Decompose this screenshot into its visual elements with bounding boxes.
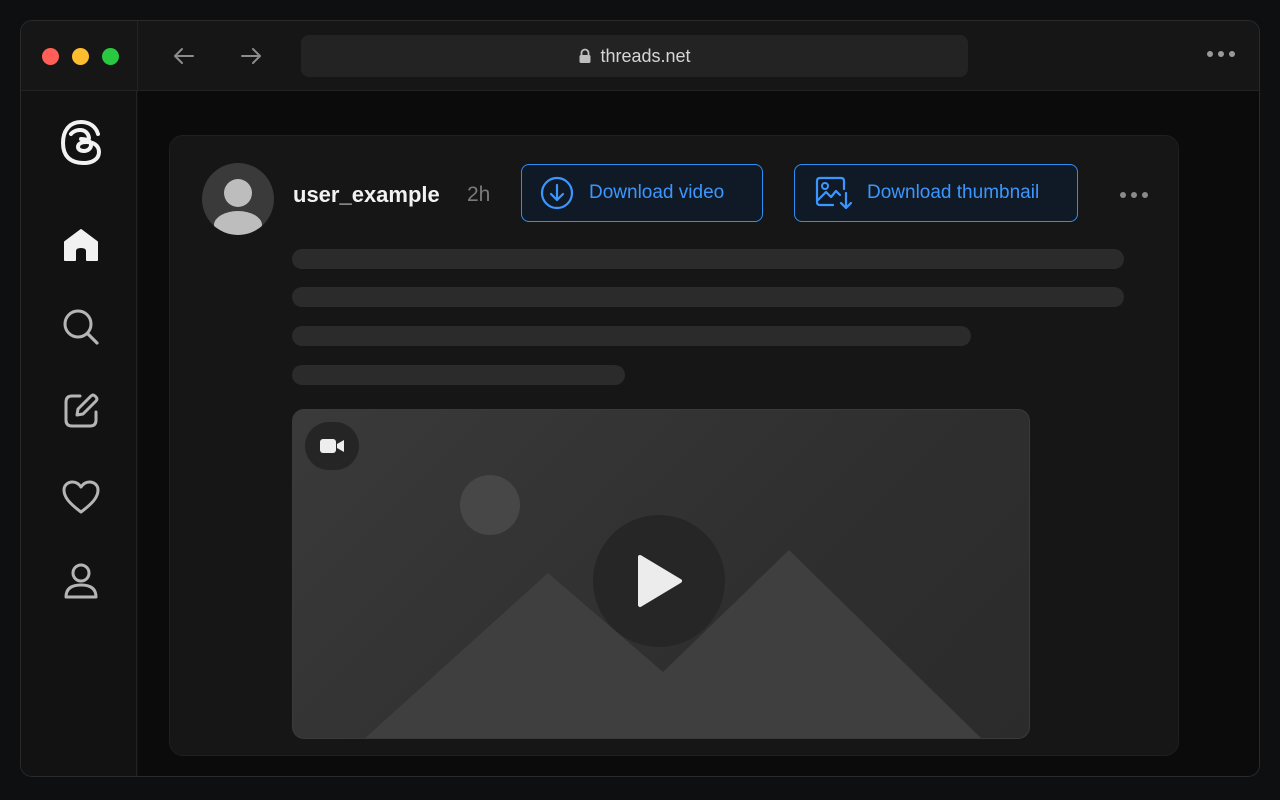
sidebar-item-compose[interactable] — [59, 389, 103, 433]
back-button[interactable] — [171, 43, 197, 69]
download-video-button[interactable]: Download video — [521, 164, 763, 222]
threads-logo-icon — [61, 120, 101, 165]
more-dot-icon — [1120, 192, 1126, 198]
play-icon — [638, 555, 682, 607]
profile-icon — [64, 563, 98, 599]
video-camera-icon — [320, 439, 344, 453]
image-download-icon — [815, 176, 853, 210]
download-thumbnail-button[interactable]: Download thumbnail — [794, 164, 1078, 222]
forward-button[interactable] — [238, 43, 264, 69]
lock-icon — [579, 48, 591, 63]
browser-window: threads.net user_example 2h Download vid… — [20, 20, 1260, 777]
arrow-right-icon — [241, 48, 261, 64]
play-button[interactable] — [593, 515, 725, 647]
address-text: threads.net — [600, 45, 691, 66]
avatar[interactable] — [202, 163, 274, 235]
text-placeholder-line — [292, 287, 1124, 307]
more-dot-icon — [1142, 192, 1148, 198]
text-placeholder-line — [292, 365, 625, 385]
close-window-button[interactable] — [42, 48, 59, 65]
avatar-placeholder-icon — [214, 179, 262, 235]
more-dot-icon — [1207, 51, 1213, 57]
toolbar-divider — [137, 21, 138, 91]
more-dot-icon — [1229, 51, 1235, 57]
sidebar-item-search[interactable] — [59, 305, 103, 349]
sidebar-item-home[interactable] — [59, 223, 103, 267]
sidebar-item-profile[interactable] — [59, 559, 103, 603]
heart-icon — [62, 480, 100, 514]
post-username[interactable]: user_example — [293, 182, 440, 208]
text-placeholder-line — [292, 249, 1124, 269]
more-dot-icon — [1218, 51, 1224, 57]
minimize-window-button[interactable] — [72, 48, 89, 65]
threads-logo[interactable] — [59, 119, 103, 165]
more-dot-icon — [1131, 192, 1137, 198]
compose-icon — [64, 393, 99, 428]
main-content: user_example 2h Download video Download … — [138, 91, 1259, 776]
video-badge — [305, 422, 359, 470]
search-icon — [63, 309, 99, 345]
address-bar[interactable]: threads.net — [301, 35, 968, 77]
post-timestamp: 2h — [467, 183, 491, 206]
home-icon — [64, 229, 98, 261]
browser-menu-button[interactable] — [1207, 51, 1235, 57]
browser-toolbar: threads.net — [21, 21, 1259, 91]
video-thumbnail[interactable] — [292, 409, 1030, 739]
post-more-button[interactable] — [1120, 192, 1148, 198]
post-card: user_example 2h Download video Download … — [169, 135, 1179, 756]
arrow-left-icon — [174, 48, 194, 64]
download-circle-icon — [540, 176, 574, 210]
sidebar-item-activity[interactable] — [59, 475, 103, 519]
download-thumbnail-label: Download thumbnail — [867, 182, 1040, 203]
download-video-label: Download video — [589, 182, 725, 203]
maximize-window-button[interactable] — [102, 48, 119, 65]
sidebar — [21, 91, 137, 776]
text-placeholder-line — [292, 326, 971, 346]
